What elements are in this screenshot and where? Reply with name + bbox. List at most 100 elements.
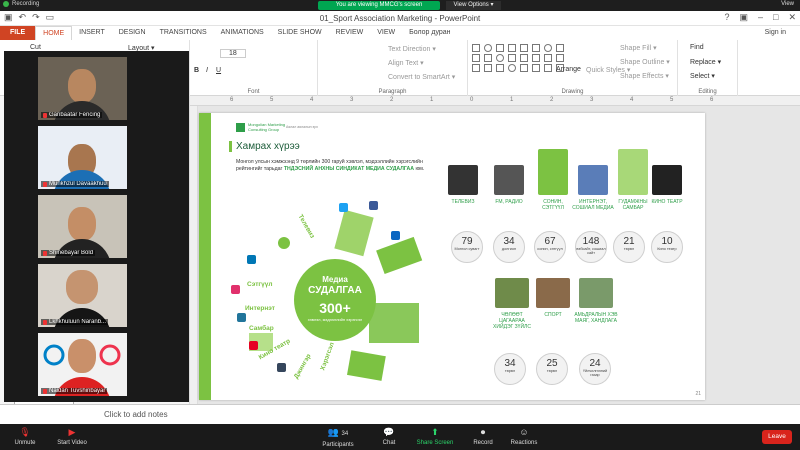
skype-icon [391, 231, 400, 240]
stat-label: төрөл [623, 247, 635, 251]
tab-custom[interactable]: Болор дуран [402, 26, 457, 40]
tab-slide-show[interactable]: SLIDE SHOW [271, 26, 329, 40]
underline-button[interactable]: U [216, 67, 221, 74]
collage-word: Сэтгүүл [247, 281, 273, 288]
participant-name-tag: Munkhzul Davaakhuu [41, 181, 109, 187]
tab-review[interactable]: REVIEW [329, 26, 371, 40]
cinema-icon [652, 165, 682, 195]
tab-animations[interactable]: ANIMATIONS [214, 26, 271, 40]
ruler-tick: 2 [390, 97, 394, 103]
unmute-button[interactable]: 🎙 Unmute [10, 427, 40, 446]
participant-name-tag: Shinebayar Bold [41, 250, 96, 256]
text-direction-button[interactable]: Text Direction ▾ [388, 45, 436, 53]
notes-placeholder[interactable]: Click to add notes [104, 410, 168, 419]
minimize-icon[interactable]: – [758, 12, 763, 23]
select-button[interactable]: Select ▾ [690, 72, 715, 80]
video-tile[interactable]: Munkhzul Davaakhuu [38, 126, 127, 189]
ruler-tick: 3 [350, 97, 354, 103]
tumblr-icon [277, 363, 286, 372]
reactions-button[interactable]: ☺ Reactions [507, 427, 541, 446]
chat-button[interactable]: 💬 Chat [375, 427, 403, 446]
stat-label: Кино театр [657, 247, 677, 251]
media-label: ИНТЕРНЭТ, СОШИАЛ МЕДИА [572, 199, 614, 211]
tab-home[interactable]: HOME [35, 26, 73, 40]
view-options-button[interactable]: View Options ▾ [446, 1, 501, 10]
stat-sport: 25 төрөл [536, 353, 568, 385]
paragraph-group: Text Direction ▾ Align Text ▾ Convert to… [318, 40, 468, 96]
stat-label: төрөл [546, 369, 558, 373]
sport-photo [536, 278, 570, 308]
tab-view[interactable]: VIEW [370, 26, 402, 40]
font-size-box[interactable]: 18 [220, 49, 246, 58]
media-label: СПОРТ [544, 312, 562, 318]
stat-value: 67 [544, 236, 556, 247]
tab-insert[interactable]: INSERT [72, 26, 112, 40]
restore-ribbon-icon[interactable]: ▣ [739, 12, 748, 23]
media-tv: ТЕЛЕВИЗ [443, 165, 483, 205]
start-video-button[interactable]: ▶ Start Video [52, 427, 92, 446]
arrange-button[interactable]: Arrange [556, 66, 581, 73]
newspaper-icon [538, 149, 568, 195]
vertical-ruler [190, 106, 198, 404]
window-controls: ? ▣ – □ ✕ [724, 12, 796, 23]
tab-transitions[interactable]: TRANSITIONS [153, 26, 214, 40]
video-tile[interactable]: Lkhkhuluun Naranb... [38, 264, 127, 327]
slide-paragraph: Монгол улсын хэмжээнд 9 төрлийн 300 гару… [236, 159, 436, 172]
slide-accent-strip [199, 113, 211, 400]
media-newspaper: СОНИН, СЭТГҮҮЛ [533, 149, 573, 211]
replace-button[interactable]: Replace ▾ [690, 58, 721, 66]
logo-subtitle: Аялал аялалын эрх [286, 125, 318, 129]
record-button[interactable]: ⏺ Record [468, 427, 498, 446]
participant-face [68, 69, 96, 103]
stat-value: 34 [503, 236, 515, 247]
drawing-group-label: Drawing [561, 89, 584, 95]
ruler-tick: 1 [510, 97, 514, 103]
sign-in-link[interactable]: Sign in [765, 29, 786, 36]
view-button[interactable]: View [781, 1, 794, 7]
pinterest-icon [249, 341, 258, 350]
notes-pane[interactable]: Click to add notes [0, 404, 800, 424]
participant-name-tag: Naidan Tuvshinbayar [41, 388, 108, 394]
bold-button[interactable]: B [194, 67, 199, 74]
media-collage: Телевиз Сэтгүүл Интернэт Самбар Кино теа… [229, 201, 439, 393]
media-cinema: КИНО ТЕАТР [649, 165, 685, 205]
video-tile[interactable]: Shinebayar Bold [38, 195, 127, 258]
cut-button[interactable]: Cut [30, 44, 41, 51]
align-text-button[interactable]: Align Text ▾ [388, 59, 424, 67]
shape-outline-button[interactable]: Shape Outline ▾ [620, 58, 670, 66]
media-label: СОНИН, СЭТГҮҮЛ [542, 199, 564, 211]
shapes-gallery[interactable] [472, 44, 564, 72]
italic-button[interactable]: I [206, 67, 208, 74]
media-label: ЧӨЛӨӨТ ЦАГААРАА ХИЙДЭГ ЗҮЙЛС [493, 312, 531, 330]
collage-word: Интернэт [245, 305, 275, 312]
share-screen-button[interactable]: ⬆ Share Screen [414, 427, 456, 446]
leisure-photo [495, 278, 529, 308]
maximize-icon[interactable]: □ [773, 12, 778, 23]
video-tile[interactable]: Naidan Tuvshinbayar [38, 333, 127, 396]
participants-button[interactable]: 👥 34 Participants [318, 427, 358, 448]
media-radio: FM, РАДИО [489, 165, 529, 205]
billboard-icon [618, 149, 648, 195]
paragraph-group-label: Paragraph [378, 89, 407, 95]
find-button[interactable]: Find [690, 44, 704, 51]
font-group: 18 B I U Font [190, 40, 318, 96]
editing-group-label: Editing [698, 89, 717, 95]
tab-design[interactable]: DESIGN [112, 26, 153, 40]
leave-button[interactable]: Leave [762, 430, 792, 444]
stat-value: 79 [461, 236, 473, 247]
close-icon[interactable]: ✕ [788, 12, 796, 23]
editing-group: Find Replace ▾ Select ▾ Editing [678, 40, 738, 96]
shape-effects-button[interactable]: Shape Effects ▾ [620, 72, 669, 80]
help-icon[interactable]: ? [724, 12, 729, 23]
convert-smartart-button[interactable]: Convert to SmartArt ▾ [388, 73, 455, 81]
shape-fill-button[interactable]: Shape Fill ▾ [620, 44, 657, 52]
tab-file[interactable]: FILE [0, 26, 36, 40]
slide-title-text: Хамрах хүрээ [236, 141, 300, 152]
slide-canvas[interactable]: Mongolian Marketing Consulting Group Аял… [199, 113, 705, 400]
stat-label: долгион [501, 247, 517, 251]
linkedin-icon [247, 255, 256, 264]
zoom-toolbar: 🎙 Unmute ▶ Start Video 👥 34 Participants… [0, 424, 800, 450]
stat-label: сонин, сэтгүүл [537, 247, 563, 251]
video-tile[interactable]: Ganbaatar Fencing [38, 57, 127, 120]
company-logo-icon [236, 123, 245, 132]
